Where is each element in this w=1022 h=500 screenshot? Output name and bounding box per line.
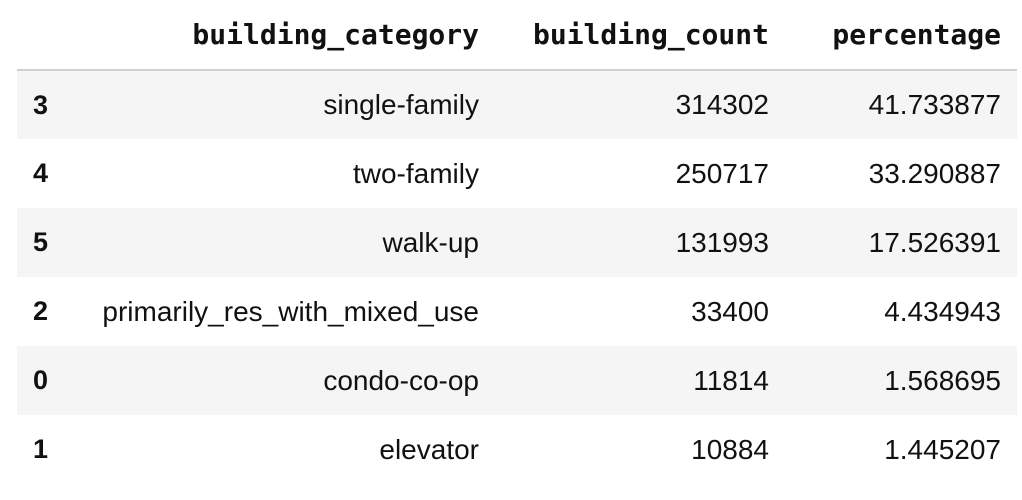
cell-building-count: 10884	[691, 433, 769, 465]
row-index: 0	[33, 365, 49, 395]
cell-building-count: 33400	[691, 295, 769, 327]
cell-building-count: 314302	[675, 89, 769, 120]
row-index: 3	[33, 89, 49, 120]
column-header-building-count: building_count	[495, 0, 785, 71]
cell-building-category: condo-co-op	[323, 364, 479, 396]
row-index: 2	[33, 296, 49, 326]
cell-building-category: two-family	[352, 157, 479, 189]
row-index: 4	[33, 158, 49, 188]
cell-building-count: 11814	[693, 364, 769, 396]
table-body: 3 single-family 314302 41.733877 4 two-f…	[17, 70, 1017, 484]
cell-building-count: 131993	[675, 226, 769, 258]
column-header-building-category: building_category	[75, 0, 495, 71]
table-row: 4 two-family 250717 33.290887	[17, 139, 1017, 208]
header-row: building_category building_count percent…	[17, 0, 1017, 71]
cell-percentage: 1.568695	[884, 364, 1001, 396]
cell-building-count: 250717	[675, 157, 769, 189]
dataframe-output: building_category building_count percent…	[0, 0, 1022, 500]
table-row: 3 single-family 314302 41.733877	[17, 70, 1017, 139]
cell-building-category: walk-up	[382, 226, 479, 258]
cell-building-category: primarily_res_with_mixed_use	[102, 295, 479, 327]
index-column-header	[17, 0, 75, 71]
table-header: building_category building_count percent…	[17, 0, 1017, 71]
cell-percentage: 4.434943	[884, 295, 1001, 327]
cell-percentage: 33.290887	[868, 157, 1001, 189]
cell-percentage: 41.733877	[868, 89, 1001, 120]
dataframe-table: building_category building_count percent…	[17, 0, 1017, 484]
cell-percentage: 1.445207	[884, 433, 1001, 465]
table-row: 5 walk-up 131993 17.526391	[17, 208, 1017, 277]
cell-building-category: single-family	[323, 89, 479, 120]
column-header-percentage: percentage	[785, 0, 1017, 71]
table-row: 2 primarily_res_with_mixed_use 33400 4.4…	[17, 277, 1017, 346]
row-index: 5	[33, 227, 49, 257]
cell-percentage: 17.526391	[868, 226, 1001, 258]
cell-building-category: elevator	[379, 433, 479, 465]
row-index: 1	[33, 434, 49, 464]
table-row: 0 condo-co-op 11814 1.568695	[17, 346, 1017, 415]
table-row: 1 elevator 10884 1.445207	[17, 415, 1017, 484]
